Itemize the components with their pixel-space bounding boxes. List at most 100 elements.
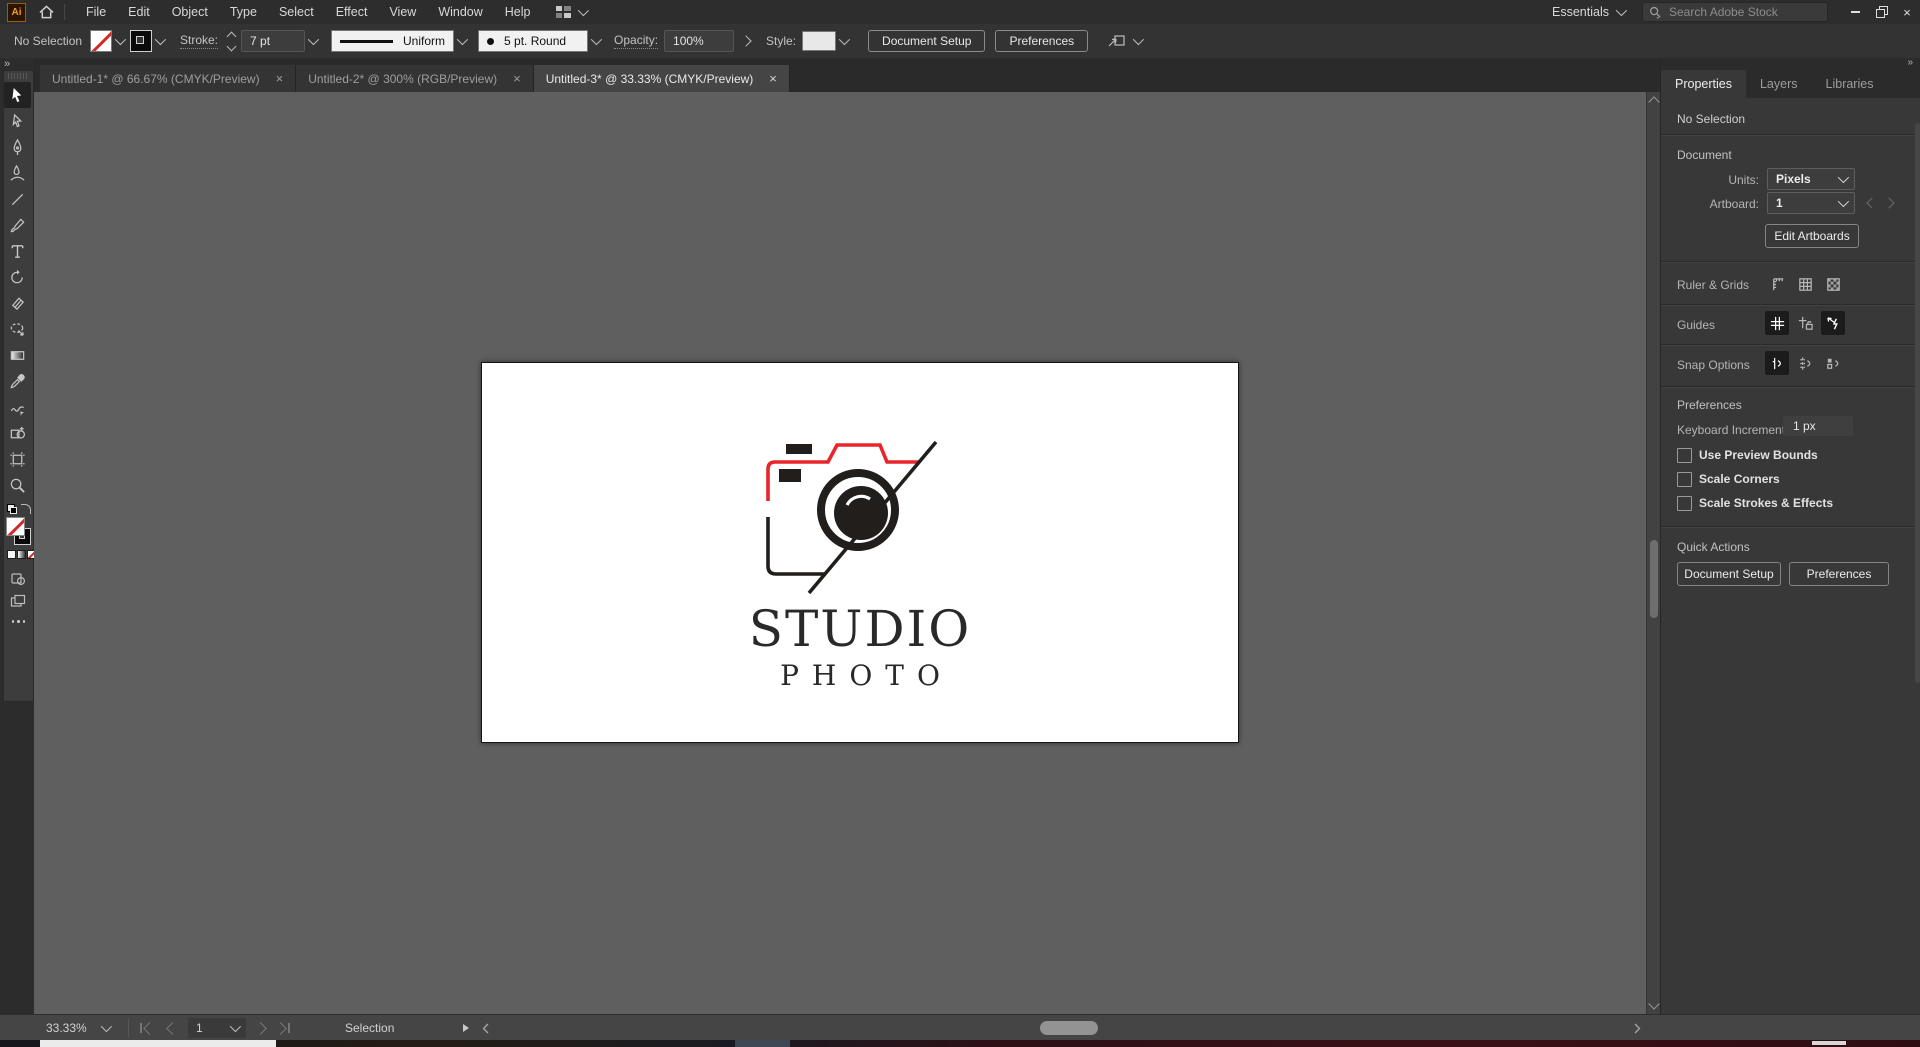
pen-tool[interactable]	[4, 134, 31, 160]
fill-swatch-none[interactable]	[90, 30, 112, 52]
default-fill-stroke-icon[interactable]	[7, 504, 18, 514]
document-setup-button[interactable]: Document Setup	[868, 30, 986, 52]
minimize-button[interactable]	[1842, 1, 1868, 23]
menu-window[interactable]: Window	[427, 5, 493, 19]
previous-artboard-icon[interactable]	[1866, 197, 1878, 209]
menu-effect[interactable]: Effect	[325, 5, 379, 19]
smart-guides-icon[interactable]	[1821, 311, 1845, 335]
shaper-tool[interactable]	[4, 394, 31, 420]
style-swatch[interactable]	[802, 31, 837, 51]
fill-chevron-icon[interactable]	[112, 31, 127, 51]
first-artboard-button[interactable]	[140, 1015, 156, 1041]
restore-button[interactable]	[1868, 1, 1894, 23]
zoom-tool[interactable]	[4, 472, 31, 498]
stroke-chevron-icon[interactable]	[152, 31, 167, 51]
isolate-mode-icon[interactable]	[1108, 33, 1126, 49]
menu-help[interactable]: Help	[494, 5, 542, 19]
tab-untitled-2[interactable]: Untitled-2* @ 300% (RGB/Preview) ×	[296, 65, 534, 92]
expand-panels-icon[interactable]: »	[4, 58, 10, 70]
stroke-weight-chevron-icon[interactable]	[305, 31, 320, 51]
scale-strokes-effects-checkbox[interactable]	[1677, 496, 1692, 511]
menu-edit[interactable]: Edit	[117, 5, 161, 19]
previous-artboard-button[interactable]	[166, 1015, 179, 1041]
curvature-tool[interactable]	[4, 160, 31, 186]
artboard-dropdown[interactable]: 1	[1767, 192, 1855, 214]
grid-icon[interactable]	[1793, 272, 1817, 296]
edit-toolbar-icon[interactable]	[4, 620, 33, 623]
tab-layers[interactable]: Layers	[1746, 70, 1812, 98]
scroll-left-icon[interactable]	[482, 1015, 489, 1041]
tab-libraries[interactable]: Libraries	[1812, 70, 1888, 98]
app-logo-icon[interactable]: Ai	[7, 2, 26, 22]
home-icon[interactable]	[39, 5, 54, 19]
lock-guides-icon[interactable]	[1793, 311, 1817, 335]
lasso-tool[interactable]	[4, 316, 31, 342]
isolate-chevron-icon[interactable]	[1132, 33, 1145, 46]
next-artboard-button[interactable]	[254, 1015, 267, 1041]
snap-to-grid-icon[interactable]	[1793, 351, 1817, 375]
menu-object[interactable]: Object	[161, 5, 219, 19]
stroke-weight-stepper[interactable]	[226, 31, 237, 51]
style-chevron-icon[interactable]	[836, 31, 851, 51]
tab-close-icon[interactable]: ×	[513, 71, 521, 86]
preferences-button[interactable]: Preferences	[995, 30, 1089, 52]
menu-type[interactable]: Type	[219, 5, 268, 19]
show-guides-icon[interactable]	[1765, 311, 1789, 335]
eraser-tool[interactable]	[4, 290, 31, 316]
vertical-scroll-thumb[interactable]	[1649, 540, 1658, 618]
panel-grip[interactable]	[8, 73, 29, 79]
corner-ruler-icon[interactable]	[1765, 272, 1789, 296]
drawing-modes-button[interactable]	[4, 568, 31, 590]
chevron-down-icon[interactable]	[577, 4, 589, 17]
opacity-label[interactable]: Opacity:	[614, 33, 659, 49]
quick-preferences-button[interactable]: Preferences	[1789, 562, 1889, 586]
panel-collapse-strip[interactable]: »	[1661, 58, 1920, 70]
menu-select[interactable]: Select	[268, 5, 325, 19]
opacity-chevron-icon[interactable]	[740, 35, 752, 47]
workspace-switcher[interactable]: Essentials	[1552, 5, 1609, 19]
eyedropper-tool[interactable]	[4, 368, 31, 394]
shape-builder-tool[interactable]	[4, 420, 31, 446]
brush-chevron-icon[interactable]	[588, 31, 603, 51]
stroke-swatch[interactable]	[130, 30, 152, 52]
tab-untitled-3[interactable]: Untitled-3* @ 33.33% (CMYK/Preview) ×	[533, 65, 790, 92]
tab-untitled-1[interactable]: Untitled-1* @ 66.67% (CMYK/Preview) ×	[40, 65, 297, 92]
type-tool[interactable]	[4, 238, 31, 264]
menu-view[interactable]: View	[378, 5, 427, 19]
artboard-tool[interactable]	[4, 446, 31, 472]
menu-file[interactable]: File	[75, 5, 117, 19]
width-profile-chevron-icon[interactable]	[454, 31, 469, 51]
quick-document-setup-button[interactable]: Document Setup	[1677, 562, 1781, 586]
camera-logo[interactable]	[764, 437, 954, 605]
last-artboard-button[interactable]	[274, 1015, 290, 1041]
selection-tool[interactable]	[4, 82, 31, 108]
width-profile-dropdown[interactable]: Uniform	[331, 30, 455, 52]
stroke-weight-value[interactable]: 7 pt	[241, 30, 306, 52]
zoom-level[interactable]: 33.33%	[46, 1015, 112, 1041]
direct-selection-tool[interactable]	[4, 108, 31, 134]
scale-corners-checkbox[interactable]	[1677, 472, 1692, 487]
scroll-right-icon[interactable]	[1634, 1015, 1641, 1041]
keyboard-increment-input[interactable]: 1 px	[1783, 416, 1853, 436]
screen-mode-button[interactable]	[4, 590, 31, 612]
tab-close-icon[interactable]: ×	[276, 71, 284, 86]
horizontal-scroll-thumb[interactable]	[1040, 1021, 1098, 1035]
swap-fill-stroke-icon[interactable]	[21, 504, 31, 514]
gradient-tool[interactable]	[4, 342, 31, 368]
chevron-down-icon[interactable]	[1615, 4, 1628, 17]
tab-close-icon[interactable]: ×	[769, 71, 777, 86]
fill-color-well[interactable]	[6, 517, 25, 536]
close-button[interactable]: ×	[1894, 1, 1920, 23]
artboard[interactable]: STUDIO PHOTO	[481, 362, 1239, 743]
stroke-weight-label[interactable]: Stroke:	[180, 33, 219, 49]
canvas-vertical-scrollbar[interactable]	[1646, 92, 1661, 1014]
canvas-pasteboard[interactable]: STUDIO PHOTO	[34, 92, 1646, 1014]
scroll-up-icon[interactable]	[1648, 96, 1660, 108]
snap-to-point-icon[interactable]	[1765, 351, 1789, 375]
brush-dropdown[interactable]: 5 pt. Round	[478, 30, 589, 52]
gradient-button[interactable]	[17, 550, 26, 559]
transparency-grid-icon[interactable]	[1821, 272, 1845, 296]
status-bar-menu-icon[interactable]	[462, 1015, 470, 1041]
tab-properties[interactable]: Properties	[1661, 70, 1746, 98]
use-preview-bounds-checkbox[interactable]	[1677, 448, 1692, 463]
